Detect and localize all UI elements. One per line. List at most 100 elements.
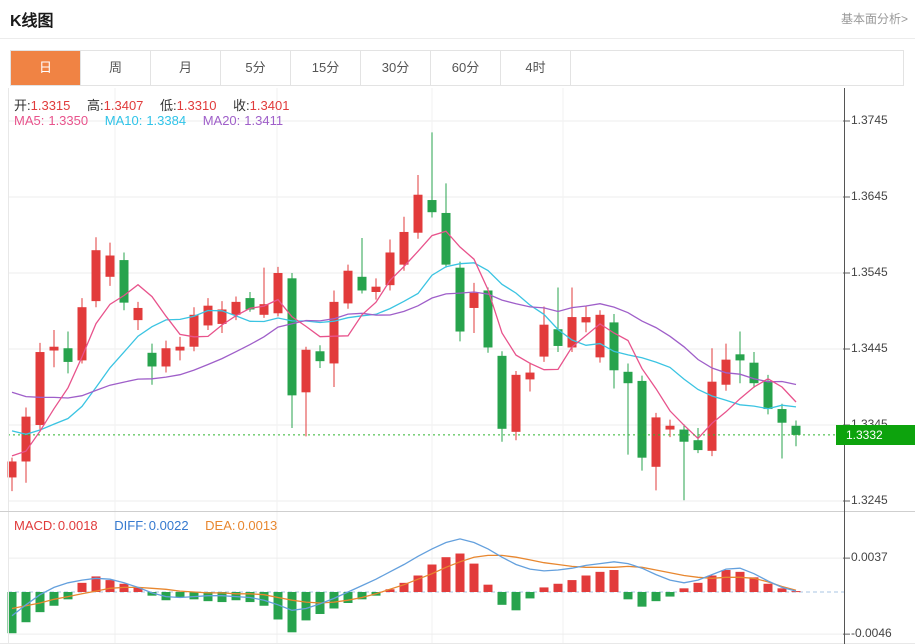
candle-body — [624, 372, 633, 383]
macd-readout: MACD:0.0018 DIFF:0.0022 DEA:0.0013 — [14, 518, 290, 533]
candlestick-chart-canvas[interactable] — [0, 86, 915, 644]
macd-tick-label: 0.0037 — [851, 550, 888, 564]
candle-body — [400, 232, 409, 265]
macd-bar — [568, 580, 577, 592]
candle-body — [106, 256, 115, 277]
macd-bar — [78, 583, 87, 592]
candle-body — [582, 317, 591, 322]
candle-body — [652, 417, 661, 466]
candle-body — [36, 352, 45, 425]
candle-body — [78, 307, 87, 360]
macd-bar — [736, 572, 745, 592]
price-tick-label: 1.3445 — [851, 341, 888, 355]
low-value: 1.3310 — [177, 98, 217, 113]
kline-widget: K线图 基本面分析> 日周月5分15分30分60分4时 开:1.3315 高:1… — [0, 0, 915, 644]
macd-bar — [106, 580, 115, 592]
macd-bar — [470, 564, 479, 592]
title-divider — [0, 38, 915, 39]
candle-body — [50, 347, 59, 351]
macd-bar — [456, 554, 465, 592]
tab-day[interactable]: 日 — [11, 51, 81, 85]
macd-bar — [694, 583, 703, 592]
macd-bar — [428, 565, 437, 592]
dea-label: DEA: — [205, 518, 235, 533]
macd-bar — [652, 592, 661, 601]
macd-bar — [666, 592, 675, 597]
ma5-label: MA5: — [14, 113, 44, 128]
candle-body — [232, 302, 241, 315]
candle-body — [442, 213, 451, 265]
macd-bar — [638, 592, 647, 607]
candle-body — [764, 381, 773, 409]
timeframe-tabstrip: 日周月5分15分30分60分4时 — [10, 50, 904, 86]
macd-bar — [498, 592, 507, 605]
candle-body — [596, 315, 605, 358]
macd-bar — [190, 592, 199, 599]
candle-body — [302, 350, 311, 393]
candle-body — [134, 308, 143, 320]
ma10-value: 1.3384 — [146, 113, 186, 128]
ohlc-readout: 开:1.3315 高:1.3407 低:1.3310 收:1.3401 — [14, 95, 302, 114]
candle-body — [456, 268, 465, 332]
macd-bar — [554, 584, 563, 592]
candle-body — [736, 354, 745, 360]
close-value: 1.3401 — [250, 98, 290, 113]
diff-label: DIFF: — [114, 518, 147, 533]
candle-body — [470, 293, 479, 308]
candle-body — [708, 382, 717, 451]
macd-bar — [582, 576, 591, 592]
current-price-tag: 1.3332 — [836, 425, 915, 445]
macd-bar — [302, 592, 311, 620]
macd-label: MACD: — [14, 518, 56, 533]
price-tick-label: 1.3645 — [851, 189, 888, 203]
ma5-value: 1.3350 — [48, 113, 88, 128]
close-label: 收: — [233, 98, 250, 113]
macd-bar — [764, 584, 773, 592]
price-tick-label: 1.3745 — [851, 113, 888, 127]
candle-body — [680, 430, 689, 442]
tab-60min[interactable]: 60分 — [431, 51, 501, 85]
candle-body — [148, 353, 157, 367]
candle-body — [274, 273, 283, 313]
tab-month[interactable]: 月 — [151, 51, 221, 85]
macd-bar — [722, 570, 731, 592]
macd-bar — [484, 585, 493, 592]
macd-bar — [792, 591, 801, 592]
ma20-label: MA20: — [203, 113, 241, 128]
tabstrip-filler — [571, 51, 903, 85]
high-label: 高: — [87, 98, 104, 113]
macd-bar — [442, 557, 451, 592]
dea-value: 0.0013 — [238, 518, 278, 533]
candle-body — [22, 417, 31, 462]
candle-body — [512, 375, 521, 432]
candle-body — [778, 409, 787, 423]
open-label: 开: — [14, 98, 31, 113]
high-value: 1.3407 — [104, 98, 144, 113]
diff-line — [12, 539, 796, 616]
candle-body — [358, 277, 367, 291]
macd-bar — [512, 592, 521, 610]
low-label: 低: — [160, 98, 177, 113]
candle-body — [344, 271, 353, 304]
tab-4hour[interactable]: 4时 — [501, 51, 571, 85]
tab-15min[interactable]: 15分 — [291, 51, 361, 85]
macd-bar — [610, 570, 619, 592]
macd-bar — [680, 588, 689, 592]
candle-body — [64, 348, 73, 362]
candle-body — [162, 348, 171, 366]
open-value: 1.3315 — [31, 98, 71, 113]
ma10-label: MA10: — [105, 113, 143, 128]
price-tick-label: 1.3545 — [851, 265, 888, 279]
macd-bar — [596, 572, 605, 592]
fundamental-analysis-link[interactable]: 基本面分析> — [841, 10, 908, 27]
macd-bar — [526, 592, 535, 598]
tab-5min[interactable]: 5分 — [221, 51, 291, 85]
candle-body — [414, 195, 423, 233]
tab-week[interactable]: 周 — [81, 51, 151, 85]
candle-body — [638, 381, 647, 458]
candle-body — [694, 440, 703, 450]
macd-bar — [288, 592, 297, 632]
candle-body — [540, 325, 549, 357]
tab-30min[interactable]: 30分 — [361, 51, 431, 85]
page-title: K线图 — [10, 7, 54, 31]
